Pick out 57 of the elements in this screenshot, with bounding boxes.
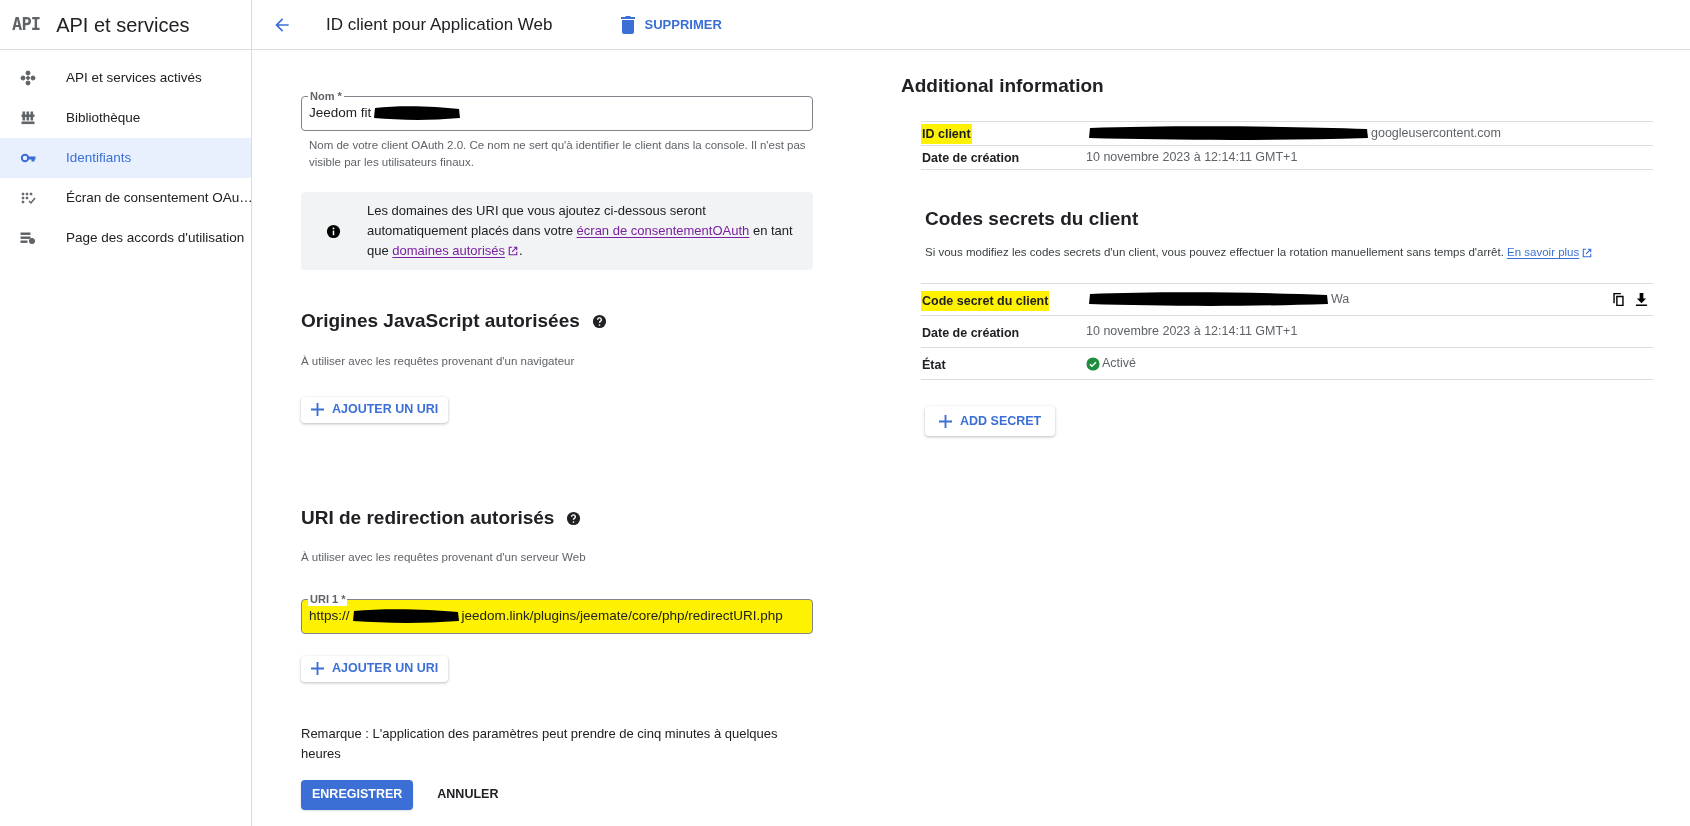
add-uri-button[interactable]: AJOUTER UN URI <box>301 396 449 423</box>
link[interactable]: écran de consentementOAuth <box>576 221 750 241</box>
field-label: Nom * <box>308 89 344 103</box>
add-uri-button[interactable]: AJOUTER UN URI <box>301 655 449 682</box>
row-label: ID client <box>921 124 972 144</box>
row-value: Wa <box>1331 291 1350 309</box>
external-link-icon <box>507 245 520 257</box>
sidebar-item[interactable]: API et services activés <box>0 58 251 98</box>
help-icon <box>566 510 582 526</box>
section-heading: URI de redirection autorisés <box>301 505 555 530</box>
copy-icon <box>1612 292 1625 308</box>
list-gear-icon <box>20 230 36 246</box>
checklist-icon <box>20 190 36 206</box>
section-heading: Codes secrets du client <box>925 206 1140 231</box>
info-icon <box>326 223 341 239</box>
help-icon <box>591 313 607 329</box>
sidebar-item[interactable]: Bibliothèque <box>0 98 251 138</box>
diamond-dots-icon <box>20 70 36 86</box>
field-value: Jeedom fit <box>309 104 372 123</box>
save-button[interactable]: ENREGISTRER <box>301 779 414 810</box>
learn-more-link[interactable]: En savoir plus <box>1507 244 1594 262</box>
sidebar-item[interactable]: Page des accords d'utilisation <box>0 218 251 258</box>
section-description: Si vous modifiez les codes secrets d'un client, vous pouvez effectuer la rotation manuellement sans temps d'arrêt. En savoir plus <box>925 244 1653 262</box>
notice-text: Les domaines des URI que vous ajoutez ci-dessous seront automatiquement placés dans votre écran de consentementOAuth en tant que domaines autorisés . <box>367 201 805 261</box>
note-text: Remarque : L'application des paramètres peut prendre de cinq minutes à quelques heures <box>301 724 779 763</box>
section-heading: Origines JavaScript autorisées <box>301 309 580 333</box>
external-link-icon <box>1581 246 1594 259</box>
library-icon <box>20 110 36 126</box>
field-hint: Nom de votre client OAuth 2.0. Ce nom ne sert qu'à identifier le client dans la console. Il n'est pas visible par les utilisateurs finaux. <box>308 138 807 170</box>
row-value: Activé <box>1102 355 1137 373</box>
row-value: 10 novembre 2023 à 12:14:11 GMT+1 <box>1086 148 1298 166</box>
row-value: googleusercontent.com <box>1371 124 1501 142</box>
row-label: Date de création <box>921 150 1021 167</box>
delete-button[interactable]: SUPPRIMER <box>612 10 730 39</box>
trash-icon <box>620 15 637 34</box>
field-value: https:// <box>309 606 350 625</box>
row-label: Code secret du client <box>921 290 1050 311</box>
field-value: jeedom.link/plugins/jeemate/core/php/redirectURI.php <box>461 606 783 625</box>
api-logo: API <box>12 12 41 36</box>
row-label: État <box>921 356 947 374</box>
section-heading: Additional information <box>901 74 1105 98</box>
sidebar-item[interactable]: Écran de consentement OAu… <box>0 178 251 218</box>
download-icon <box>1635 292 1648 308</box>
add-secret-button[interactable]: ADD SECRET <box>925 406 1056 437</box>
link[interactable]: domaines autorisés <box>392 241 520 261</box>
plus-icon <box>311 662 324 675</box>
plus-icon <box>311 403 324 417</box>
check-circle-icon <box>1086 356 1100 371</box>
section-subtitle: À utiliser avec les requêtes provenant d'un navigateur <box>301 353 576 369</box>
section-subtitle: À utiliser avec les requêtes provenant d'un serveur Web <box>301 550 587 566</box>
row-label: Date de création <box>921 324 1021 342</box>
cancel-button[interactable]: ANNULER <box>437 779 499 810</box>
row-value: 10 novembre 2023 à 12:14:11 GMT+1 <box>1086 323 1298 341</box>
page-title: ID client pour Application Web <box>326 13 553 36</box>
sidebar-item[interactable]: Identifiants <box>0 138 251 178</box>
sidebar-title: API et services <box>56 12 190 38</box>
plus-icon <box>939 414 952 428</box>
